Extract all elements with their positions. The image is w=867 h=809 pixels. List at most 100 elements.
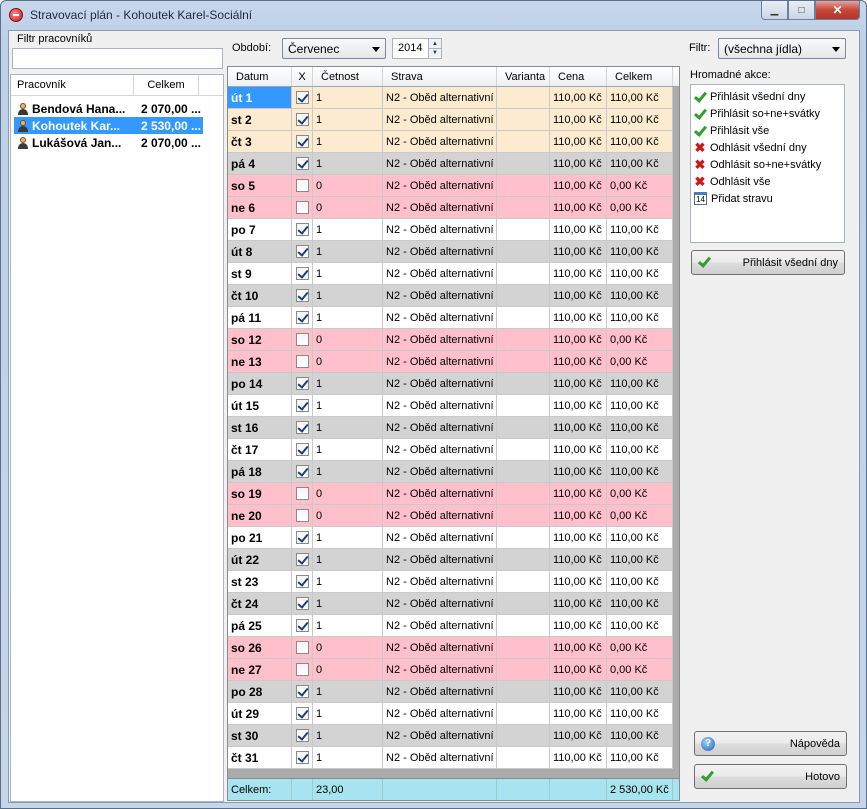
cell-meal[interactable]: N2 - Oběd alternativní (383, 549, 497, 571)
cell-price[interactable]: 110,00 Kč (550, 241, 607, 263)
cell-meal[interactable]: N2 - Oběd alternativní (383, 175, 497, 197)
cell-total[interactable]: 0,00 Kč (607, 197, 673, 219)
cell-price[interactable]: 110,00 Kč (550, 461, 607, 483)
cell-count[interactable]: 1 (313, 417, 383, 439)
cell-x[interactable] (292, 615, 313, 637)
cell-price[interactable]: 110,00 Kč (550, 659, 607, 681)
cell-x[interactable] (292, 153, 313, 175)
employee-row[interactable]: Bendová Hana... 2 070,00 ... (14, 100, 203, 117)
cell-total[interactable]: 0,00 Kč (607, 659, 673, 681)
cell-price[interactable]: 110,00 Kč (550, 109, 607, 131)
cell-x[interactable] (292, 219, 313, 241)
checkbox[interactable] (295, 267, 309, 280)
meal-plan-grid[interactable]: Datum X Četnost Strava Varianta Cena Cel… (227, 66, 680, 801)
column-header-total[interactable]: Celkem (607, 67, 673, 86)
cell-count[interactable]: 1 (313, 571, 383, 593)
cell-price[interactable]: 110,00 Kč (550, 681, 607, 703)
cell-count[interactable]: 1 (313, 153, 383, 175)
cell-count[interactable]: 1 (313, 527, 383, 549)
table-row[interactable]: čt 3 1 N2 - Oběd alternativní 110,00 Kč 110,… (228, 131, 679, 153)
checkbox[interactable] (295, 355, 309, 368)
cell-price[interactable]: 110,00 Kč (550, 87, 607, 109)
cell-date[interactable]: ne 27 (228, 659, 292, 681)
cell-variant[interactable] (497, 285, 550, 307)
cell-total[interactable]: 110,00 Kč (607, 417, 673, 439)
checkbox[interactable] (295, 465, 309, 478)
cell-x[interactable] (292, 747, 313, 769)
cell-date[interactable]: pá 18 (228, 461, 292, 483)
cell-price[interactable]: 110,00 Kč (550, 549, 607, 571)
cell-variant[interactable] (497, 109, 550, 131)
table-row[interactable]: ne 27 0 N2 - Oběd alternativní 110,00 Kč 0,0… (228, 659, 679, 681)
cell-count[interactable]: 1 (313, 439, 383, 461)
cell-date[interactable]: út 8 (228, 241, 292, 263)
cell-meal[interactable]: N2 - Oběd alternativní (383, 373, 497, 395)
cell-date[interactable]: st 16 (228, 417, 292, 439)
checkbox[interactable] (295, 729, 309, 742)
cell-variant[interactable] (497, 131, 550, 153)
table-row[interactable]: čt 24 1 N2 - Oběd alternativní 110,00 Kč 110… (228, 593, 679, 615)
cell-meal[interactable]: N2 - Oběd alternativní (383, 747, 497, 769)
cell-price[interactable]: 110,00 Kč (550, 593, 607, 615)
cell-x[interactable] (292, 571, 313, 593)
checkbox[interactable] (295, 421, 309, 434)
column-header-variant[interactable]: Varianta (497, 67, 550, 86)
cell-date[interactable]: st 23 (228, 571, 292, 593)
cell-total[interactable]: 110,00 Kč (607, 395, 673, 417)
cell-count[interactable]: 0 (313, 659, 383, 681)
table-row[interactable]: po 28 1 N2 - Oběd alternativní 110,00 Kč 110… (228, 681, 679, 703)
cell-price[interactable]: 110,00 Kč (550, 703, 607, 725)
cell-variant[interactable] (497, 681, 550, 703)
cell-count[interactable]: 0 (313, 351, 383, 373)
bulk-action-item[interactable]: Přihlásit vše (691, 122, 844, 139)
cell-x[interactable] (292, 527, 313, 549)
checkbox[interactable] (295, 333, 309, 346)
table-row[interactable]: pá 25 1 N2 - Oběd alternativní 110,00 Kč 110… (228, 615, 679, 637)
cell-x[interactable] (292, 285, 313, 307)
cell-variant[interactable] (497, 197, 550, 219)
cell-count[interactable]: 1 (313, 703, 383, 725)
cell-date[interactable]: st 30 (228, 725, 292, 747)
cell-x[interactable] (292, 175, 313, 197)
table-row[interactable]: ne 13 0 N2 - Oběd alternativní 110,00 Kč 0,0… (228, 351, 679, 373)
cell-date[interactable]: po 14 (228, 373, 292, 395)
cell-count[interactable]: 1 (313, 747, 383, 769)
cell-x[interactable] (292, 703, 313, 725)
cell-meal[interactable]: N2 - Oběd alternativní (383, 417, 497, 439)
cell-price[interactable]: 110,00 Kč (550, 439, 607, 461)
cell-total[interactable]: 110,00 Kč (607, 307, 673, 329)
table-row[interactable]: st 16 1 N2 - Oběd alternativní 110,00 Kč 110… (228, 417, 679, 439)
cell-date[interactable]: so 26 (228, 637, 292, 659)
cell-total[interactable]: 0,00 Kč (607, 329, 673, 351)
cell-count[interactable]: 1 (313, 593, 383, 615)
cell-meal[interactable]: N2 - Oběd alternativní (383, 593, 497, 615)
cell-meal[interactable]: N2 - Oběd alternativní (383, 197, 497, 219)
cell-x[interactable] (292, 109, 313, 131)
cell-total[interactable]: 110,00 Kč (607, 747, 673, 769)
cell-count[interactable]: 1 (313, 131, 383, 153)
cell-price[interactable]: 110,00 Kč (550, 263, 607, 285)
table-row[interactable]: pá 11 1 N2 - Oběd alternativní 110,00 Kč 110… (228, 307, 679, 329)
cell-count[interactable]: 1 (313, 549, 383, 571)
cell-variant[interactable] (497, 263, 550, 285)
cell-meal[interactable]: N2 - Oběd alternativní (383, 505, 497, 527)
cell-total[interactable]: 110,00 Kč (607, 285, 673, 307)
cell-total[interactable]: 110,00 Kč (607, 439, 673, 461)
cell-total[interactable]: 0,00 Kč (607, 505, 673, 527)
cell-variant[interactable] (497, 703, 550, 725)
cell-variant[interactable] (497, 219, 550, 241)
cell-price[interactable]: 110,00 Kč (550, 615, 607, 637)
column-header-count[interactable]: Četnost (313, 67, 383, 86)
cell-date[interactable]: ne 6 (228, 197, 292, 219)
cell-meal[interactable]: N2 - Oběd alternativní (383, 329, 497, 351)
cell-x[interactable] (292, 439, 313, 461)
cell-count[interactable]: 0 (313, 175, 383, 197)
cell-meal[interactable]: N2 - Oběd alternativní (383, 241, 497, 263)
cell-date[interactable]: po 21 (228, 527, 292, 549)
cell-meal[interactable]: N2 - Oběd alternativní (383, 439, 497, 461)
employee-row[interactable]: Kohoutek Kar... 2 530,00 ... (14, 117, 203, 134)
column-header-x[interactable]: X (292, 67, 313, 86)
table-row[interactable]: po 7 1 N2 - Oběd alternativní 110,00 Kč 110,… (228, 219, 679, 241)
cell-date[interactable]: čt 3 (228, 131, 292, 153)
cell-total[interactable]: 110,00 Kč (607, 241, 673, 263)
